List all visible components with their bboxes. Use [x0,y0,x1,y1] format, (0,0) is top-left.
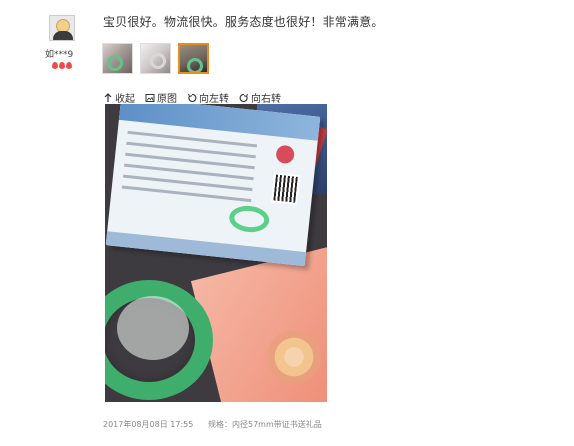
collapse-button[interactable]: 收起 [103,90,135,105]
rotate-right-icon [239,93,248,102]
photo-lace-pattern [267,330,321,384]
avatar-body [53,31,73,40]
product-spec: 规格：内径57mm带证书送礼品 [208,420,322,429]
qr-code-icon [271,172,301,205]
rotate-left-button[interactable]: 向左转 [187,90,229,105]
thumbnail-strip [102,43,209,74]
review-timestamp: 2017年08月08日 17:55 [103,420,194,429]
original-image-button[interactable]: 原图 [145,90,177,105]
certificate-card [105,104,321,267]
rotate-right-button[interactable]: 向右转 [239,90,281,105]
jade-bangle-inner [117,296,189,360]
username[interactable]: 如***9 [45,47,73,60]
thumbnail-2[interactable] [140,43,171,74]
rotate-left-label: 向左转 [199,94,229,105]
user-avatar[interactable] [49,15,75,41]
rotate-left-icon [188,93,197,102]
rotate-right-label: 向右转 [251,94,281,105]
thumbnail-3[interactable] [178,43,209,74]
collapse-label: 收起 [115,94,135,105]
certificate-seal-icon [275,144,296,165]
certificate-bangle-photo [227,203,271,235]
image-icon [145,93,155,102]
original-image-label: 原图 [157,94,177,105]
certificate-text-lines [121,130,258,210]
review-text: 宝贝很好。物流很快。服务态度也很好！非常满意。 [103,15,384,29]
collapse-arrow-icon [104,92,112,102]
level-hearts-icon [52,62,72,71]
review-photo[interactable] [105,104,327,402]
thumbnail-1[interactable] [102,43,133,74]
image-toolbar: 收起 原图 向左转 向右转 [103,90,281,105]
